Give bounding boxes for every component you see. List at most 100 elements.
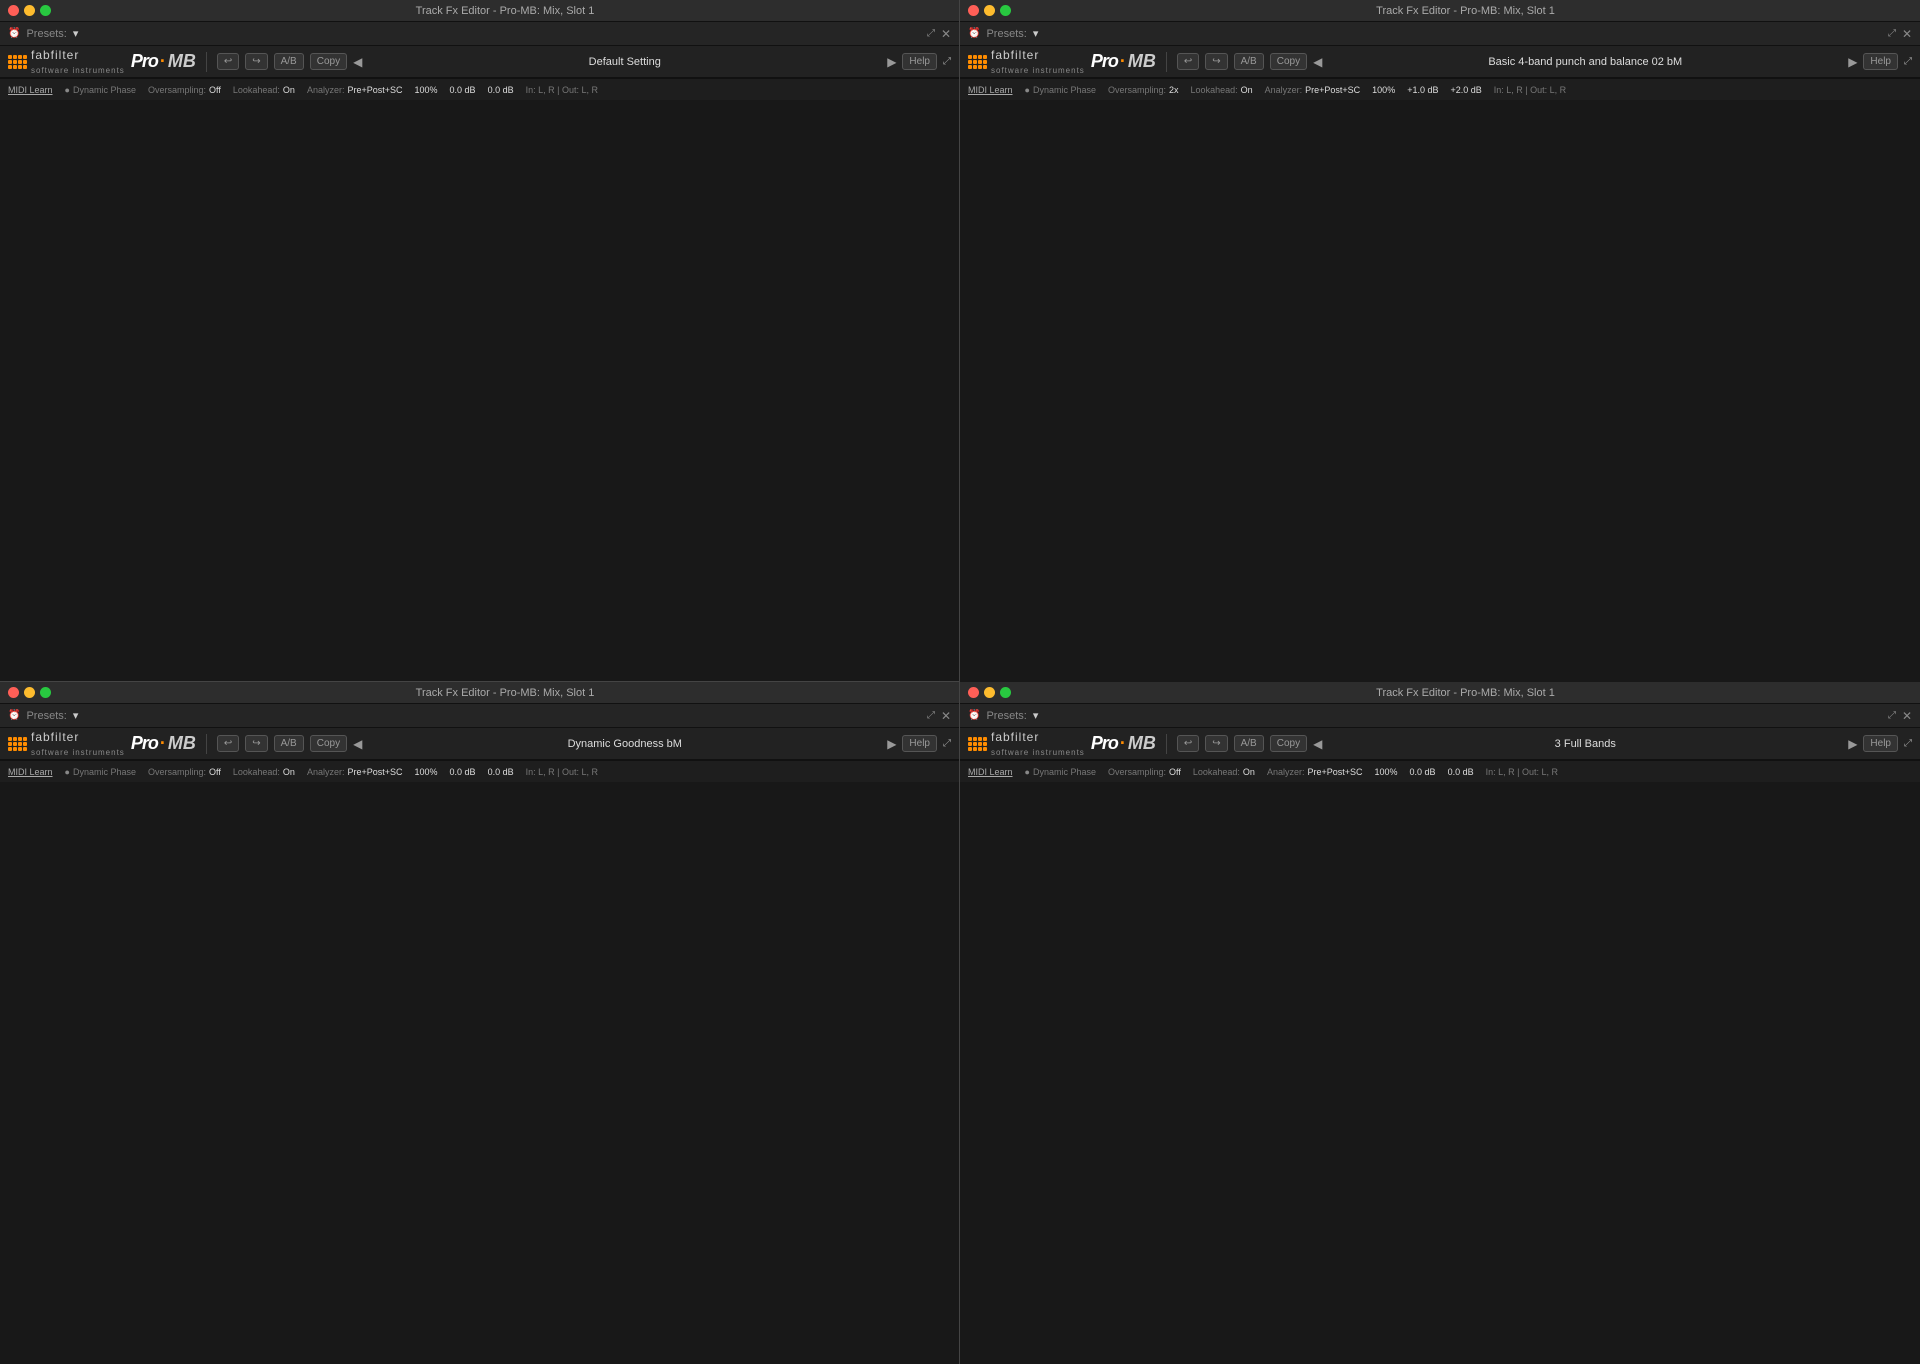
prev-preset-arrow-1[interactable]: ◀ xyxy=(353,55,362,69)
preset-dropdown-4[interactable]: ▾ xyxy=(1033,709,1882,722)
minimize-button-1[interactable] xyxy=(24,5,35,16)
help-button-3[interactable]: Help xyxy=(902,735,937,752)
copy-button-2[interactable]: Copy xyxy=(1270,53,1307,70)
next-preset-4[interactable]: ▶ xyxy=(1848,737,1857,751)
pro-mb-logo-1: Pro · MB xyxy=(131,51,196,72)
dynamic-phase-status-1: ● Dynamic Phase xyxy=(65,85,136,95)
preset-bar-1: ⏰ Presets: ▾ ⤢ ✕ xyxy=(0,22,959,46)
close-icon-2[interactable]: ✕ xyxy=(1902,27,1912,41)
fab-text-1: fabfiltersoftware instruments xyxy=(31,48,125,76)
clock-icon-1: ⏰ xyxy=(8,28,20,39)
redo-button-4[interactable]: ↪ xyxy=(1205,735,1227,752)
close-icon-3[interactable]: ✕ xyxy=(941,709,951,723)
undo-button-2[interactable]: ↩ xyxy=(1177,53,1199,70)
midi-learn-link-3[interactable]: MIDI Learn xyxy=(8,767,53,777)
help-button-4[interactable]: Help xyxy=(1863,735,1898,752)
next-preset-3[interactable]: ▶ xyxy=(887,737,896,751)
close-icon-1[interactable]: ✕ xyxy=(941,27,951,41)
minimize-button-4[interactable] xyxy=(984,687,995,698)
minimize-button-2[interactable] xyxy=(984,5,995,16)
expand-icon-1[interactable]: ⤢ xyxy=(943,56,951,67)
clock-icon-3: ⏰ xyxy=(8,710,20,721)
title-bar-2: Track Fx Editor - Pro-MB: Mix, Slot 1 xyxy=(960,0,1920,22)
ab-button-2[interactable]: A/B xyxy=(1234,53,1264,70)
status-bar-4: MIDI Learn ● Dynamic Phase Oversampling:… xyxy=(960,760,1920,782)
undo-button-4[interactable]: ↩ xyxy=(1177,735,1199,752)
prev-preset-4[interactable]: ◀ xyxy=(1313,737,1322,751)
plugin-window-1: Track Fx Editor - Pro-MB: Mix, Slot 1 ⏰ … xyxy=(0,0,960,682)
maximize-button-1[interactable] xyxy=(40,5,51,16)
presets-label-2: Presets: xyxy=(986,28,1026,40)
ab-button-4[interactable]: A/B xyxy=(1234,735,1264,752)
next-preset-arrow-1[interactable]: ▶ xyxy=(887,55,896,69)
ab-button-3[interactable]: A/B xyxy=(274,735,304,752)
fab-logo-2: fabfiltersoftware instruments xyxy=(968,48,1085,76)
divider-1 xyxy=(206,52,207,72)
resize-icon-4[interactable]: ⤢ xyxy=(1888,710,1896,721)
preset-dropdown-1[interactable]: ▾ xyxy=(73,27,921,40)
maximize-button-2[interactable] xyxy=(1000,5,1011,16)
help-button-2[interactable]: Help xyxy=(1863,53,1898,70)
main-toolbar-1: fabfiltersoftware instruments Pro · MB ↩… xyxy=(0,46,959,78)
window-title-2: Track Fx Editor - Pro-MB: Mix, Slot 1 xyxy=(1019,5,1912,17)
preset-bar-4: ⏰ Presets: ▾ ⤢ ✕ xyxy=(960,704,1920,728)
minimize-button-3[interactable] xyxy=(24,687,35,698)
preset-bar-2: ⏰ Presets: ▾ ⤢ ✕ xyxy=(960,22,1920,46)
fab-grid-icon-2 xyxy=(968,55,987,69)
midi-learn-link-4[interactable]: MIDI Learn xyxy=(968,767,1013,777)
undo-button-3[interactable]: ↩ xyxy=(217,735,239,752)
fab-logo-3: fabfiltersoftware instruments xyxy=(8,730,125,758)
copy-button-1[interactable]: Copy xyxy=(310,53,347,70)
copy-button-3[interactable]: Copy xyxy=(310,735,347,752)
preset-dropdown-2[interactable]: ▾ xyxy=(1033,27,1882,40)
close-button-4[interactable] xyxy=(968,687,979,698)
help-button-1[interactable]: Help xyxy=(902,53,937,70)
lookahead-status-1: Lookahead: On xyxy=(233,85,295,95)
dynamic-phase-status-2: ● Dynamic Phase xyxy=(1025,85,1096,95)
redo-button-2[interactable]: ↪ xyxy=(1205,53,1227,70)
plugin-window-4: Track Fx Editor - Pro-MB: Mix, Slot 1 ⏰ … xyxy=(960,682,1920,1364)
main-toolbar-3: fabfiltersoftware instruments Pro · MB ↩… xyxy=(0,728,959,760)
preset-dropdown-3[interactable]: ▾ xyxy=(73,709,921,722)
resize-icon-1[interactable]: ⤢ xyxy=(927,28,935,39)
main-toolbar-2: fabfiltersoftware instruments Pro · MB ↩… xyxy=(960,46,1920,78)
undo-button-1[interactable]: ↩ xyxy=(217,53,239,70)
redo-button-3[interactable]: ↪ xyxy=(245,735,267,752)
ab-button-1[interactable]: A/B xyxy=(274,53,304,70)
plugin-window-3: Track Fx Editor - Pro-MB: Mix, Slot 1 ⏰ … xyxy=(0,682,960,1364)
current-preset-4: 3 Full Bands xyxy=(1328,738,1842,750)
close-button-2[interactable] xyxy=(968,5,979,16)
fab-grid-icon-1 xyxy=(8,55,27,69)
redo-button-1[interactable]: ↪ xyxy=(245,53,267,70)
close-button-1[interactable] xyxy=(8,5,19,16)
divider-2 xyxy=(1166,52,1167,72)
resize-icon-2[interactable]: ⤢ xyxy=(1888,28,1896,39)
midi-learn-link-1[interactable]: MIDI Learn xyxy=(8,85,53,95)
traffic-lights-4 xyxy=(968,687,1011,698)
resize-icon-3[interactable]: ⤢ xyxy=(927,710,935,721)
maximize-button-3[interactable] xyxy=(40,687,51,698)
copy-button-4[interactable]: Copy xyxy=(1270,735,1307,752)
clock-icon-4: ⏰ xyxy=(968,710,980,721)
close-icon-4[interactable]: ✕ xyxy=(1902,709,1912,723)
window-title-3: Track Fx Editor - Pro-MB: Mix, Slot 1 xyxy=(59,687,951,699)
close-button-3[interactable] xyxy=(8,687,19,698)
fab-logo-1: fabfiltersoftware instruments xyxy=(8,48,125,76)
io-status-1: In: L, R | Out: L, R xyxy=(526,85,598,95)
midi-learn-link-2[interactable]: MIDI Learn xyxy=(968,85,1013,95)
pro-mb-logo-2: Pro · MB xyxy=(1091,51,1156,72)
traffic-lights-1 xyxy=(8,5,51,16)
current-preset-1: Default Setting xyxy=(368,56,881,68)
traffic-lights-2 xyxy=(968,5,1011,16)
next-preset-arrow-2[interactable]: ▶ xyxy=(1848,55,1857,69)
window-title-1: Track Fx Editor - Pro-MB: Mix, Slot 1 xyxy=(59,5,951,17)
expand-icon-2[interactable]: ⤢ xyxy=(1904,56,1912,67)
maximize-button-4[interactable] xyxy=(1000,687,1011,698)
current-preset-3: Dynamic Goodness bM xyxy=(368,738,881,750)
prev-preset-arrow-2[interactable]: ◀ xyxy=(1313,55,1322,69)
presets-label-4: Presets: xyxy=(986,710,1026,722)
title-bar-4: Track Fx Editor - Pro-MB: Mix, Slot 1 xyxy=(960,682,1920,704)
output-r-1: 0.0 dB xyxy=(488,85,514,95)
prev-preset-3[interactable]: ◀ xyxy=(353,737,362,751)
status-bar-3: MIDI Learn ● Dynamic Phase Oversampling:… xyxy=(0,760,959,782)
